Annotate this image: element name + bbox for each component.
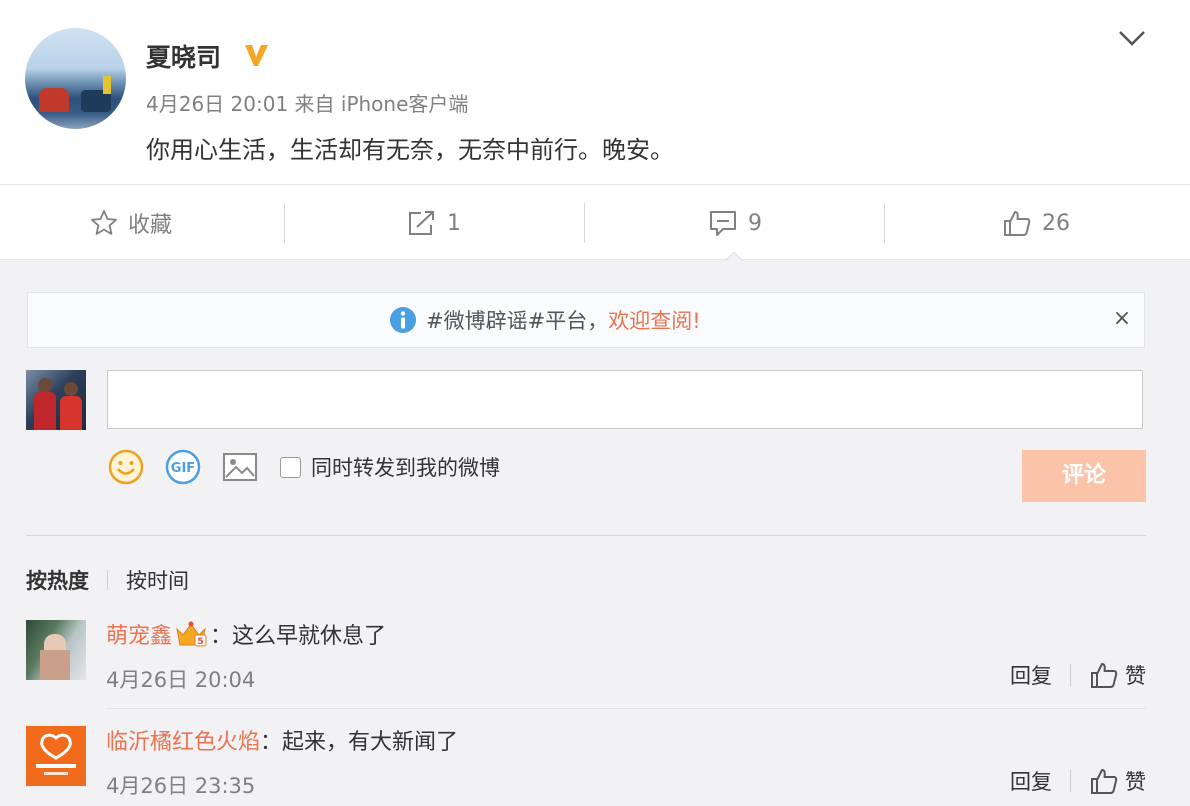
tab-sort-hot[interactable]: 按热度: [26, 565, 89, 595]
like-comment-button[interactable]: 赞: [1125, 660, 1146, 690]
my-avatar: [26, 370, 86, 430]
repost-button[interactable]: 1: [407, 185, 461, 261]
commenter-name[interactable]: 临沂橘红色火焰: [106, 724, 260, 756]
comment-body: 萌宠鑫 5 ：这么早就休息了: [106, 618, 386, 650]
reply-button[interactable]: 回复: [1010, 766, 1052, 796]
divider: [106, 708, 1146, 709]
comment-icon: [710, 211, 736, 236]
comment-time: 4月26日 20:04: [106, 668, 256, 692]
reply-button[interactable]: 回复: [1010, 660, 1052, 690]
svg-text:5: 5: [197, 637, 203, 647]
comment-actions: 回复 赞: [1010, 766, 1146, 796]
composer-toolbar: GIF 同时转发到我的微博: [107, 448, 500, 486]
thumbs-up-icon[interactable]: [1089, 767, 1119, 795]
repost-checkbox-label: 同时转发到我的微博: [311, 456, 500, 480]
notice-text: #微博辟谣#平台，: [426, 309, 609, 333]
author-name[interactable]: 夏晓司: [146, 38, 221, 74]
like-count: 26: [1042, 210, 1070, 236]
thumbs-up-icon: [1004, 211, 1031, 236]
submit-comment-button[interactable]: 评论: [1022, 450, 1146, 502]
notice-banner: #微博辟谣#平台， 欢迎查阅! ×: [27, 292, 1145, 348]
comment-time: 4月26日 23:35: [106, 774, 256, 798]
comment-content: ：起来，有大新闻了: [260, 730, 459, 755]
active-tab-caret: [724, 252, 744, 262]
comment-count: 9: [748, 210, 762, 236]
commenter-avatar[interactable]: [26, 620, 86, 680]
image-icon[interactable]: [221, 448, 259, 486]
info-icon: [390, 307, 416, 333]
comment-item: 萌宠鑫 5 ：这么早就休息了 4月26日 20:04 回复 赞: [26, 604, 1146, 710]
brand-logo-icon: [36, 733, 76, 775]
post-card: 夏晓司 4月26日 20:01 来自 iPhone客户端 你用心生活，生活却有无…: [0, 0, 1190, 184]
thumbs-up-icon[interactable]: [1089, 661, 1119, 689]
comment-sort-tabs: 按热度 按时间: [26, 565, 189, 595]
comment-content: ：这么早就休息了: [210, 624, 387, 649]
star-icon: [91, 210, 117, 235]
favorite-label: 收藏: [128, 213, 173, 238]
tab-sort-time[interactable]: 按时间: [126, 565, 189, 595]
post-action-bar: 收藏 1 9 26: [0, 184, 1190, 260]
author-avatar[interactable]: [25, 28, 126, 129]
crown-badge-icon[interactable]: 5: [174, 620, 208, 648]
verified-v-icon: [245, 45, 268, 66]
like-comment-button[interactable]: 赞: [1125, 766, 1146, 796]
svg-text:GIF: GIF: [171, 461, 195, 476]
comment-actions: 回复 赞: [1010, 660, 1146, 690]
gif-icon[interactable]: GIF: [164, 448, 202, 486]
repost-count: 1: [447, 210, 461, 236]
favorite-button[interactable]: 收藏: [90, 185, 172, 261]
comment-input[interactable]: [107, 370, 1143, 429]
post-text: 你用心生活，生活却有无奈，无奈中前行。晚安。: [146, 136, 674, 164]
close-icon[interactable]: ×: [1108, 305, 1136, 333]
notice-link[interactable]: 欢迎查阅!: [608, 305, 700, 335]
commenter-avatar[interactable]: [26, 726, 86, 786]
comment-button[interactable]: 9: [708, 185, 762, 261]
repost-checkbox[interactable]: [280, 456, 301, 478]
like-button[interactable]: 26: [1002, 185, 1070, 261]
post-meta: 4月26日 20:01 来自 iPhone客户端: [146, 92, 469, 116]
commenter-name[interactable]: 萌宠鑫: [106, 618, 172, 650]
emoji-icon[interactable]: [107, 448, 145, 486]
comment-item: 临沂橘红色火焰 ：起来，有大新闻了 4月26日 23:35 回复 赞: [26, 710, 1146, 806]
repost-icon: [409, 211, 434, 235]
chevron-down-icon[interactable]: [1117, 26, 1147, 50]
divider: [26, 535, 1146, 536]
comment-body: 临沂橘红色火焰 ：起来，有大新闻了: [106, 724, 458, 756]
